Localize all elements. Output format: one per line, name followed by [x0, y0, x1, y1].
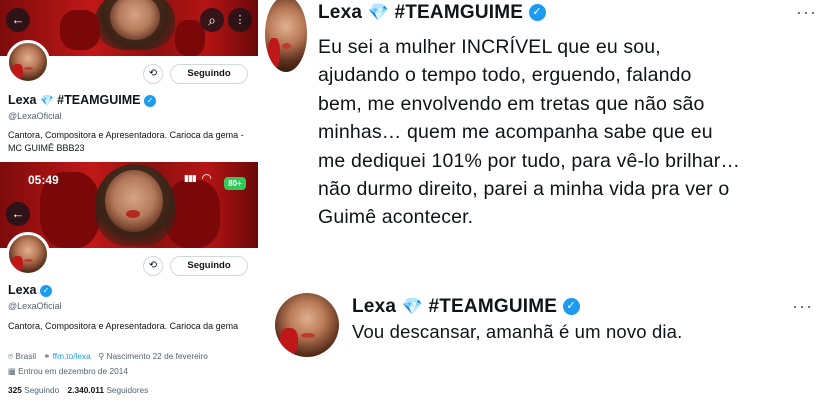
profile-link[interactable]: ffm.to/lexa	[53, 351, 91, 361]
back-arrow-icon[interactable]: ←	[6, 202, 30, 226]
following-button[interactable]: Seguindo	[170, 256, 248, 276]
profile-birthday: Nascimento 22 de fevereiro	[106, 351, 208, 361]
profile-avatar[interactable]	[6, 40, 50, 84]
wifi-icon: ◠	[202, 171, 212, 185]
tweet-text: Vou descansar, amanhã é um novo dia.	[352, 321, 683, 342]
back-arrow-icon[interactable]: ←	[6, 8, 30, 32]
profile-bio: Cantora, Compositora e Apresentadora. Ca…	[8, 130, 244, 153]
profile-joined: ▦ Entrou em dezembro de 2014	[8, 366, 128, 376]
image-divider	[258, 0, 266, 414]
search-icon[interactable]: ⌕	[200, 8, 224, 32]
link-icon: ⚭	[43, 351, 51, 361]
following-count[interactable]: 325 Seguindo	[8, 385, 59, 395]
more-options-icon[interactable]: ···	[792, 296, 813, 317]
profile-bio: Cantora, Compositora e Apresentadora. Ca…	[8, 321, 239, 331]
profile-stats: 325 Seguindo 2.340.011 Seguidores	[8, 385, 148, 395]
tweet-text: Eu sei a mulher INCRÍVEL que eu sou, aju…	[318, 36, 741, 229]
tweet-author-name[interactable]: Lexa 💎 #TEAMGUIME ✓	[318, 2, 546, 24]
more-options-icon[interactable]: ⋮	[228, 8, 252, 32]
following-button[interactable]: Seguindo	[170, 64, 248, 84]
status-time: 05:49	[28, 173, 59, 187]
verified-badge-icon: ✓	[144, 94, 156, 107]
profile-name: Lexa 💎 #TEAMGUIME ✓	[8, 93, 156, 107]
more-options-icon[interactable]: ···	[796, 2, 817, 23]
tweet-avatar[interactable]	[265, 0, 307, 72]
balloon-icon: ⚲	[98, 351, 105, 361]
followers-count[interactable]: 2.340.011 Seguidores	[68, 385, 149, 395]
profile-screenshots: ← ⌕ ⋮ ⟲ Seguindo Lexa 💎 #TEAMGUIME ✓ @Le…	[0, 0, 258, 414]
tweet-author-name[interactable]: Lexa 💎 #TEAMGUIME ✓	[352, 296, 580, 318]
profile-name: Lexa ✓	[8, 283, 52, 297]
notification-bell-icon[interactable]: ⟲	[143, 256, 163, 276]
location-icon: ⌾	[8, 351, 13, 361]
profile-handle: @LexaOficial	[8, 301, 62, 311]
verified-badge-icon: ✓	[39, 284, 52, 297]
notification-bell-icon[interactable]: ⟲	[143, 64, 163, 84]
profile-meta: ⌾ Brasil ⚭ ffm.to/lexa ⚲ Nascimento 22 d…	[8, 351, 208, 362]
signal-icon: ▮▮▮	[184, 173, 197, 183]
phone-status-bar: 05:49 ▮▮▮ ◠ 80+	[0, 168, 258, 200]
calendar-icon: ▦	[8, 366, 16, 376]
profile-avatar[interactable]	[6, 232, 50, 276]
profile-handle: @LexaOficial	[8, 111, 62, 121]
verified-badge-icon: ✓	[528, 4, 546, 22]
battery-icon: 80+	[224, 177, 246, 190]
tweet-avatar[interactable]	[275, 293, 339, 357]
profile-location: Brasil	[15, 351, 37, 361]
verified-badge-icon: ✓	[562, 298, 580, 316]
